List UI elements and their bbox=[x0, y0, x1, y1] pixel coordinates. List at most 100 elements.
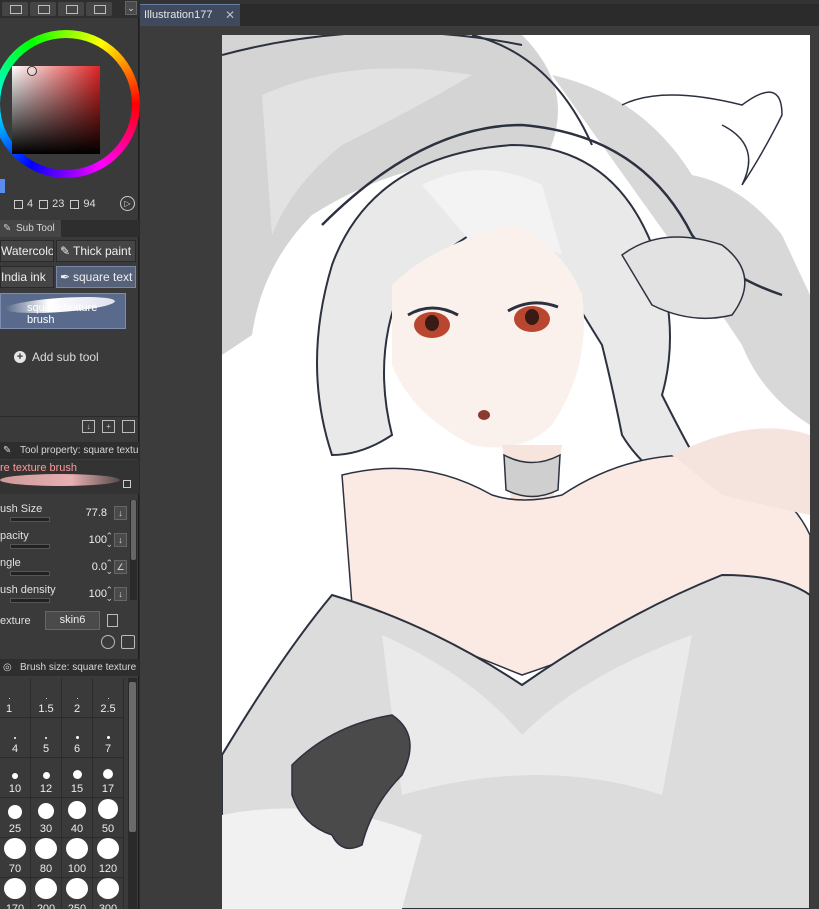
add-sub-tool-button[interactable]: + Add sub tool bbox=[14, 350, 99, 364]
brush-size-cell[interactable]: 15 bbox=[62, 758, 93, 798]
pressure-icon[interactable]: ↓ bbox=[114, 587, 127, 601]
color-stats: 4 23 94 ▷ bbox=[0, 196, 139, 212]
brush-stroke-preview bbox=[0, 474, 120, 486]
color-wheel-tab[interactable] bbox=[2, 2, 28, 16]
brush-size-cell[interactable]: 2 bbox=[62, 678, 93, 718]
brush-size-value: 200 bbox=[36, 903, 56, 909]
spin-icon[interactable]: ⌃ ⌄ bbox=[105, 532, 113, 549]
lock-icon[interactable] bbox=[123, 480, 131, 488]
brush-size-cell[interactable]: 170 bbox=[0, 878, 31, 909]
document-tab[interactable]: Illustration177 ✕ bbox=[140, 4, 240, 26]
color-picker-cursor[interactable] bbox=[27, 66, 37, 76]
duplicate-icon[interactable]: + bbox=[102, 420, 115, 433]
tool-label: Thick paint bbox=[73, 244, 132, 258]
property-slider[interactable] bbox=[10, 571, 50, 576]
brush-size-scrollbar[interactable] bbox=[128, 678, 137, 909]
selected-brush-preview[interactable]: square texture brush bbox=[0, 293, 126, 329]
brush-size-cell[interactable]: 200 bbox=[31, 878, 62, 909]
tool-thick-paint-button[interactable]: ✎ Thick paint bbox=[56, 240, 136, 262]
tool-watercolor-button[interactable]: Watercolor bbox=[0, 240, 54, 262]
brush-size-cell[interactable]: 25 bbox=[0, 798, 31, 838]
brush-size-value: 40 bbox=[70, 823, 84, 835]
brush-size-cell[interactable]: 17 bbox=[93, 758, 124, 798]
brush-size-cell[interactable]: 30 bbox=[31, 798, 62, 838]
brush-size-cell[interactable]: 4 bbox=[0, 718, 31, 758]
angle-row[interactable]: ngle 0.0 ⌃ ⌄ ∠ bbox=[0, 557, 139, 583]
brush-size-cell[interactable]: 5 bbox=[31, 718, 62, 758]
tool-india-ink-button[interactable]: India ink bbox=[0, 266, 54, 288]
saturation-value-square[interactable] bbox=[12, 66, 100, 154]
brush-density-row[interactable]: ush density 100 ⌃ ⌄ ↓ bbox=[0, 584, 139, 610]
brush-size-cell[interactable]: 7 bbox=[93, 718, 124, 758]
brush-size-dot bbox=[35, 878, 57, 899]
brush-size-dot bbox=[35, 838, 57, 859]
paint-tube-icon: ✎ bbox=[59, 244, 71, 258]
app-window: ⌄ 4 23 94 ▷ Sub Tool Watercolor ✎Thick p… bbox=[0, 0, 819, 909]
close-icon[interactable]: ✕ bbox=[225, 5, 235, 26]
brush-size-cell[interactable]: 1.5 bbox=[31, 678, 62, 718]
wrench-icon[interactable] bbox=[121, 635, 135, 649]
brush-size-value: 1.5 bbox=[38, 703, 54, 715]
trash-icon[interactable] bbox=[122, 420, 135, 433]
tool-square-texture-button[interactable]: ✒ square text bbox=[56, 266, 136, 288]
illustration-artwork bbox=[222, 35, 810, 909]
brush-size-cell[interactable]: 10 bbox=[0, 758, 31, 798]
subtool-panel-title[interactable]: Sub Tool bbox=[0, 220, 61, 237]
brush-size-cell[interactable]: 50 bbox=[93, 798, 124, 838]
brush-size-value: 10 bbox=[8, 783, 22, 795]
canvas[interactable] bbox=[222, 35, 810, 909]
property-value[interactable]: 77.8 bbox=[86, 507, 107, 519]
opacity-row[interactable]: pacity 100 ⌃ ⌄ ↓ bbox=[0, 530, 139, 556]
spin-icon[interactable]: ⌃ ⌄ bbox=[105, 559, 113, 576]
brush-size-cell[interactable]: 12 bbox=[31, 758, 62, 798]
brush-size-cell[interactable]: 6 bbox=[62, 718, 93, 758]
brush-size-dot bbox=[66, 838, 88, 859]
property-slider[interactable] bbox=[10, 517, 50, 522]
brush-size-cell[interactable]: 120 bbox=[93, 838, 124, 878]
brush-size-row[interactable]: ush Size 77.8 ↓ bbox=[0, 503, 139, 529]
play-icon[interactable]: ▷ bbox=[120, 196, 135, 211]
brush-size-cell[interactable]: 100 bbox=[62, 838, 93, 878]
color-set-tab[interactable] bbox=[30, 2, 56, 16]
tool-property-brush-name: re texture brush bbox=[0, 462, 78, 474]
settings-icon[interactable] bbox=[101, 635, 115, 649]
brush-size-value: 50 bbox=[101, 823, 115, 835]
spin-icon[interactable]: ⌃ ⌄ bbox=[105, 586, 113, 603]
brush-size-value: 250 bbox=[67, 903, 87, 909]
pressure-icon[interactable]: ↓ bbox=[114, 533, 127, 547]
angle-icon[interactable]: ∠ bbox=[114, 560, 127, 574]
canvas-area[interactable] bbox=[140, 26, 819, 909]
brush-size-dot bbox=[42, 772, 50, 779]
brush-size-dot bbox=[107, 698, 109, 699]
tool-property-scrollbar[interactable] bbox=[130, 500, 137, 600]
brush-size-title: Brush size: square texture b bbox=[20, 662, 139, 673]
scrollbar-thumb[interactable] bbox=[129, 682, 136, 832]
brush-size-cell[interactable]: 80 bbox=[31, 838, 62, 878]
brush-size-value: 15 bbox=[70, 783, 84, 795]
brush-size-value: 5 bbox=[42, 743, 50, 755]
brush-size-cell[interactable]: 2.5 bbox=[93, 678, 124, 718]
scrollbar-thumb[interactable] bbox=[131, 500, 136, 560]
brush-size-value: 170 bbox=[5, 903, 25, 909]
pressure-icon[interactable]: ↓ bbox=[114, 506, 127, 520]
property-value[interactable]: 100 bbox=[89, 588, 107, 600]
brush-size-cell[interactable]: 1 bbox=[0, 678, 31, 718]
approximate-color-tab[interactable] bbox=[86, 2, 112, 16]
intermediate-color-tab[interactable] bbox=[58, 2, 84, 16]
property-slider[interactable] bbox=[10, 544, 50, 549]
hue-marker[interactable] bbox=[0, 179, 5, 193]
property-slider[interactable] bbox=[10, 598, 50, 603]
tool-label: India ink bbox=[1, 270, 46, 284]
brush-size-icon: ◎ bbox=[3, 662, 12, 673]
tool-property-footer bbox=[0, 633, 139, 651]
import-icon[interactable]: ↓ bbox=[82, 420, 95, 433]
brush-size-cell[interactable]: 300 bbox=[93, 878, 124, 909]
property-value[interactable]: 100 bbox=[89, 534, 107, 546]
brush-size-dot bbox=[68, 801, 86, 819]
brush-size-cell[interactable]: 40 bbox=[62, 798, 93, 838]
trash-icon[interactable] bbox=[107, 614, 118, 627]
brush-size-cell[interactable]: 70 bbox=[0, 838, 31, 878]
chevron-down-icon[interactable]: ⌄ bbox=[125, 1, 137, 15]
brush-size-cell[interactable]: 250 bbox=[62, 878, 93, 909]
texture-select[interactable]: skin6 bbox=[45, 611, 100, 630]
